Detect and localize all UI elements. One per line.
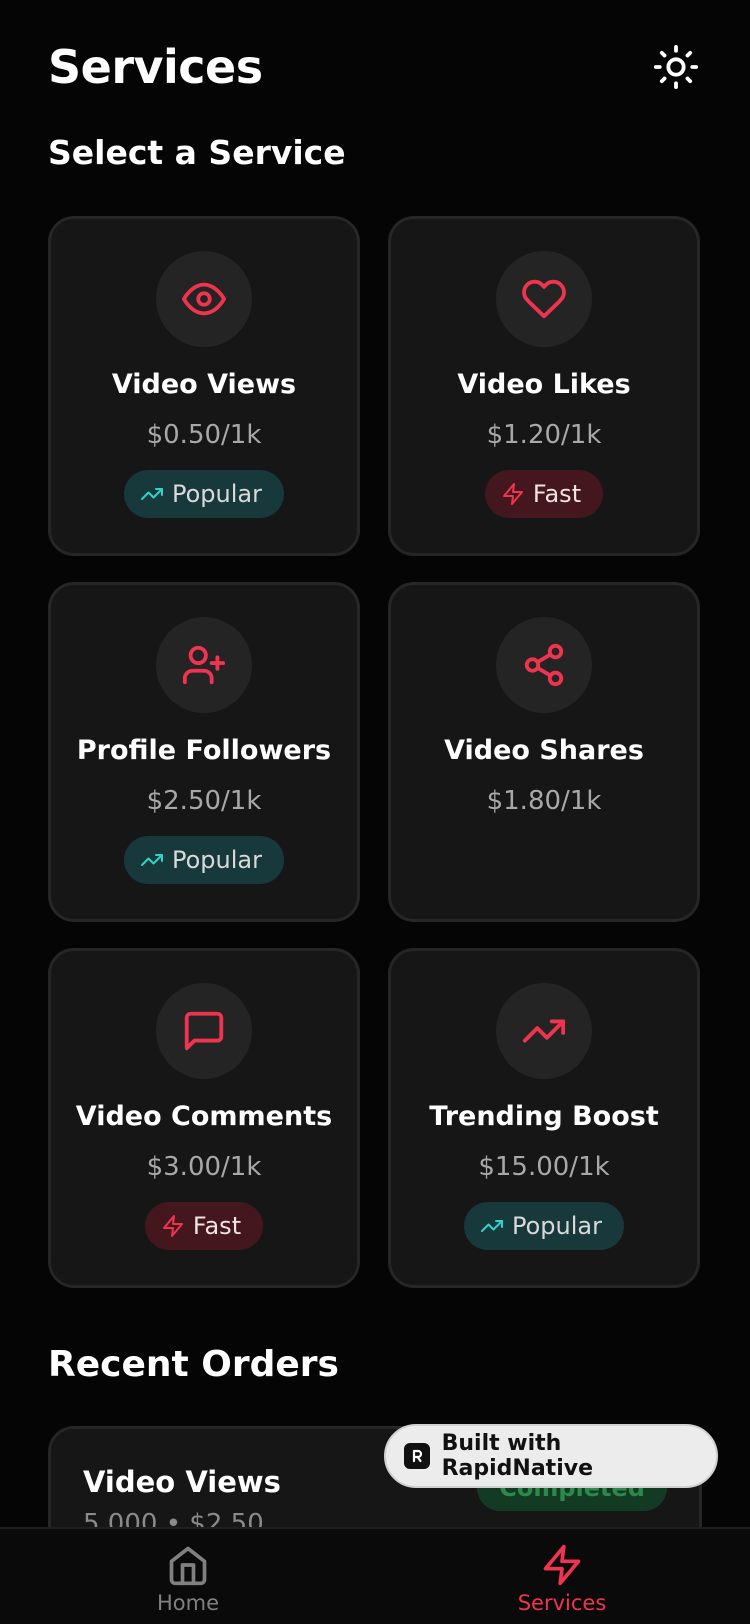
service-name: Video Shares — [444, 735, 644, 766]
trending-up-icon — [481, 1220, 503, 1232]
service-card-profile-followers[interactable]: Profile Followers $2.50/1k Popular — [48, 582, 360, 922]
popular-badge: Popular — [124, 470, 284, 518]
badge-label: Popular — [512, 1212, 602, 1240]
theme-toggle-button[interactable] — [650, 41, 702, 93]
service-name: Video Likes — [457, 369, 631, 400]
bottom-tab-bar: Home Services — [0, 1527, 750, 1624]
tab-home[interactable]: Home — [98, 1543, 278, 1615]
tab-label: Services — [517, 1591, 607, 1615]
service-icon-wrap — [496, 251, 592, 347]
tab-services[interactable]: Services — [472, 1543, 652, 1615]
built-with-label: Built with RapidNative — [441, 1431, 593, 1481]
service-price: $2.50/1k — [146, 786, 262, 816]
built-with-rapidnative-badge[interactable]: Built with RapidNative — [384, 1424, 718, 1488]
zap-icon — [543, 1544, 581, 1586]
zap-icon — [162, 1215, 183, 1237]
message-square-icon — [184, 1011, 224, 1051]
service-card-video-likes[interactable]: Video Likes $1.20/1k Fast — [388, 216, 700, 556]
trending-up-icon — [522, 1019, 566, 1043]
user-plus-icon — [182, 645, 226, 685]
service-card-video-comments[interactable]: Video Comments $3.00/1k Fast — [48, 948, 360, 1288]
trending-up-icon — [141, 854, 163, 866]
popular-badge: Popular — [124, 836, 284, 884]
popular-badge: Popular — [464, 1202, 624, 1250]
service-name: Video Comments — [75, 1101, 333, 1132]
recent-orders-heading: Recent Orders — [48, 1344, 339, 1385]
tab-label: Home — [156, 1591, 219, 1615]
badge-label: Popular — [172, 480, 262, 508]
service-card-video-views[interactable]: Video Views $0.50/1k Popular — [48, 216, 360, 556]
service-icon-wrap — [156, 251, 252, 347]
service-icon-wrap — [496, 983, 592, 1079]
header: Services — [48, 36, 702, 98]
service-name: Video Views — [111, 369, 297, 400]
eye-icon — [181, 282, 227, 316]
service-price: $3.00/1k — [146, 1152, 262, 1182]
rapidnative-logo-icon — [404, 1443, 430, 1469]
badge-label: Fast — [192, 1212, 242, 1240]
trending-up-icon — [141, 488, 163, 500]
fast-badge: Fast — [484, 470, 604, 518]
service-card-video-shares[interactable]: Video Shares $1.80/1k — [388, 582, 700, 922]
order-service-name: Video Views — [83, 1465, 281, 1499]
home-icon — [169, 1546, 207, 1586]
badge-label: Fast — [532, 480, 582, 508]
service-price: $1.20/1k — [486, 420, 602, 450]
service-card-trending-boost[interactable]: Trending Boost $15.00/1k Popular — [388, 948, 700, 1288]
select-service-heading: Select a Service — [48, 133, 346, 172]
service-icon-wrap — [156, 983, 252, 1079]
service-icon-wrap — [156, 617, 252, 713]
service-price: $1.80/1k — [486, 786, 602, 816]
service-price: $0.50/1k — [146, 420, 262, 450]
service-name: Trending Boost — [429, 1101, 659, 1132]
page-title: Services — [48, 40, 263, 94]
zap-icon — [502, 483, 523, 505]
heart-icon — [522, 279, 566, 319]
sun-icon — [653, 44, 699, 90]
service-name: Profile Followers — [76, 735, 332, 766]
service-icon-wrap — [496, 617, 592, 713]
badge-label: Popular — [172, 846, 262, 874]
share-icon — [524, 643, 564, 687]
fast-badge: Fast — [144, 1202, 264, 1250]
service-price: $15.00/1k — [478, 1152, 610, 1182]
service-grid: Video Views $0.50/1k Popular Video Likes… — [48, 216, 700, 1288]
